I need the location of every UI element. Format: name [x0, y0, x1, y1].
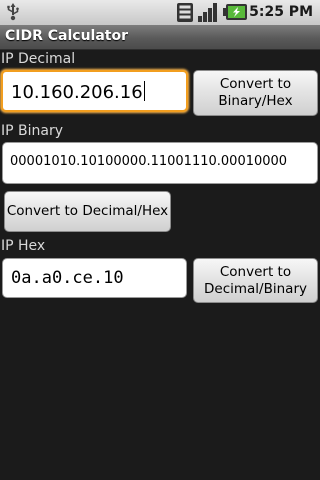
ip-binary-input[interactable]: 00001010.10100000.11001110.00010000 [2, 142, 318, 184]
status-bar: 5:25 PM [0, 0, 320, 25]
ip-decimal-input[interactable]: 10.160.206.16 [1, 70, 188, 112]
usb-icon [7, 3, 19, 21]
wifi-signal-icon [177, 3, 193, 22]
status-clock: 5:25 PM [249, 4, 313, 20]
convert-to-binary-hex-button[interactable]: Convert to Binary/Hex [193, 70, 318, 116]
app-title: CIDR Calculator [5, 28, 129, 44]
convert-to-decimal-binary-button[interactable]: Convert to Decimal/Binary [193, 258, 318, 303]
ip-decimal-label: IP Decimal [1, 51, 76, 67]
text-cursor [143, 81, 145, 101]
app-title-bar: CIDR Calculator [0, 25, 320, 50]
battery-charging-icon [223, 4, 247, 20]
ip-binary-label: IP Binary [1, 123, 64, 139]
ip-decimal-value: 10.160.206.16 [11, 82, 143, 103]
ip-hex-label: IP Hex [1, 238, 46, 254]
ip-binary-value: 00001010.10100000.11001110.00010000 [10, 154, 288, 169]
ip-hex-input[interactable]: 0a.a0.ce.10 [2, 258, 187, 298]
cell-signal-icon [198, 3, 217, 22]
ip-hex-value: 0a.a0.ce.10 [11, 268, 124, 288]
convert-to-decimal-hex-button[interactable]: Convert to Decimal/Hex [4, 191, 171, 232]
